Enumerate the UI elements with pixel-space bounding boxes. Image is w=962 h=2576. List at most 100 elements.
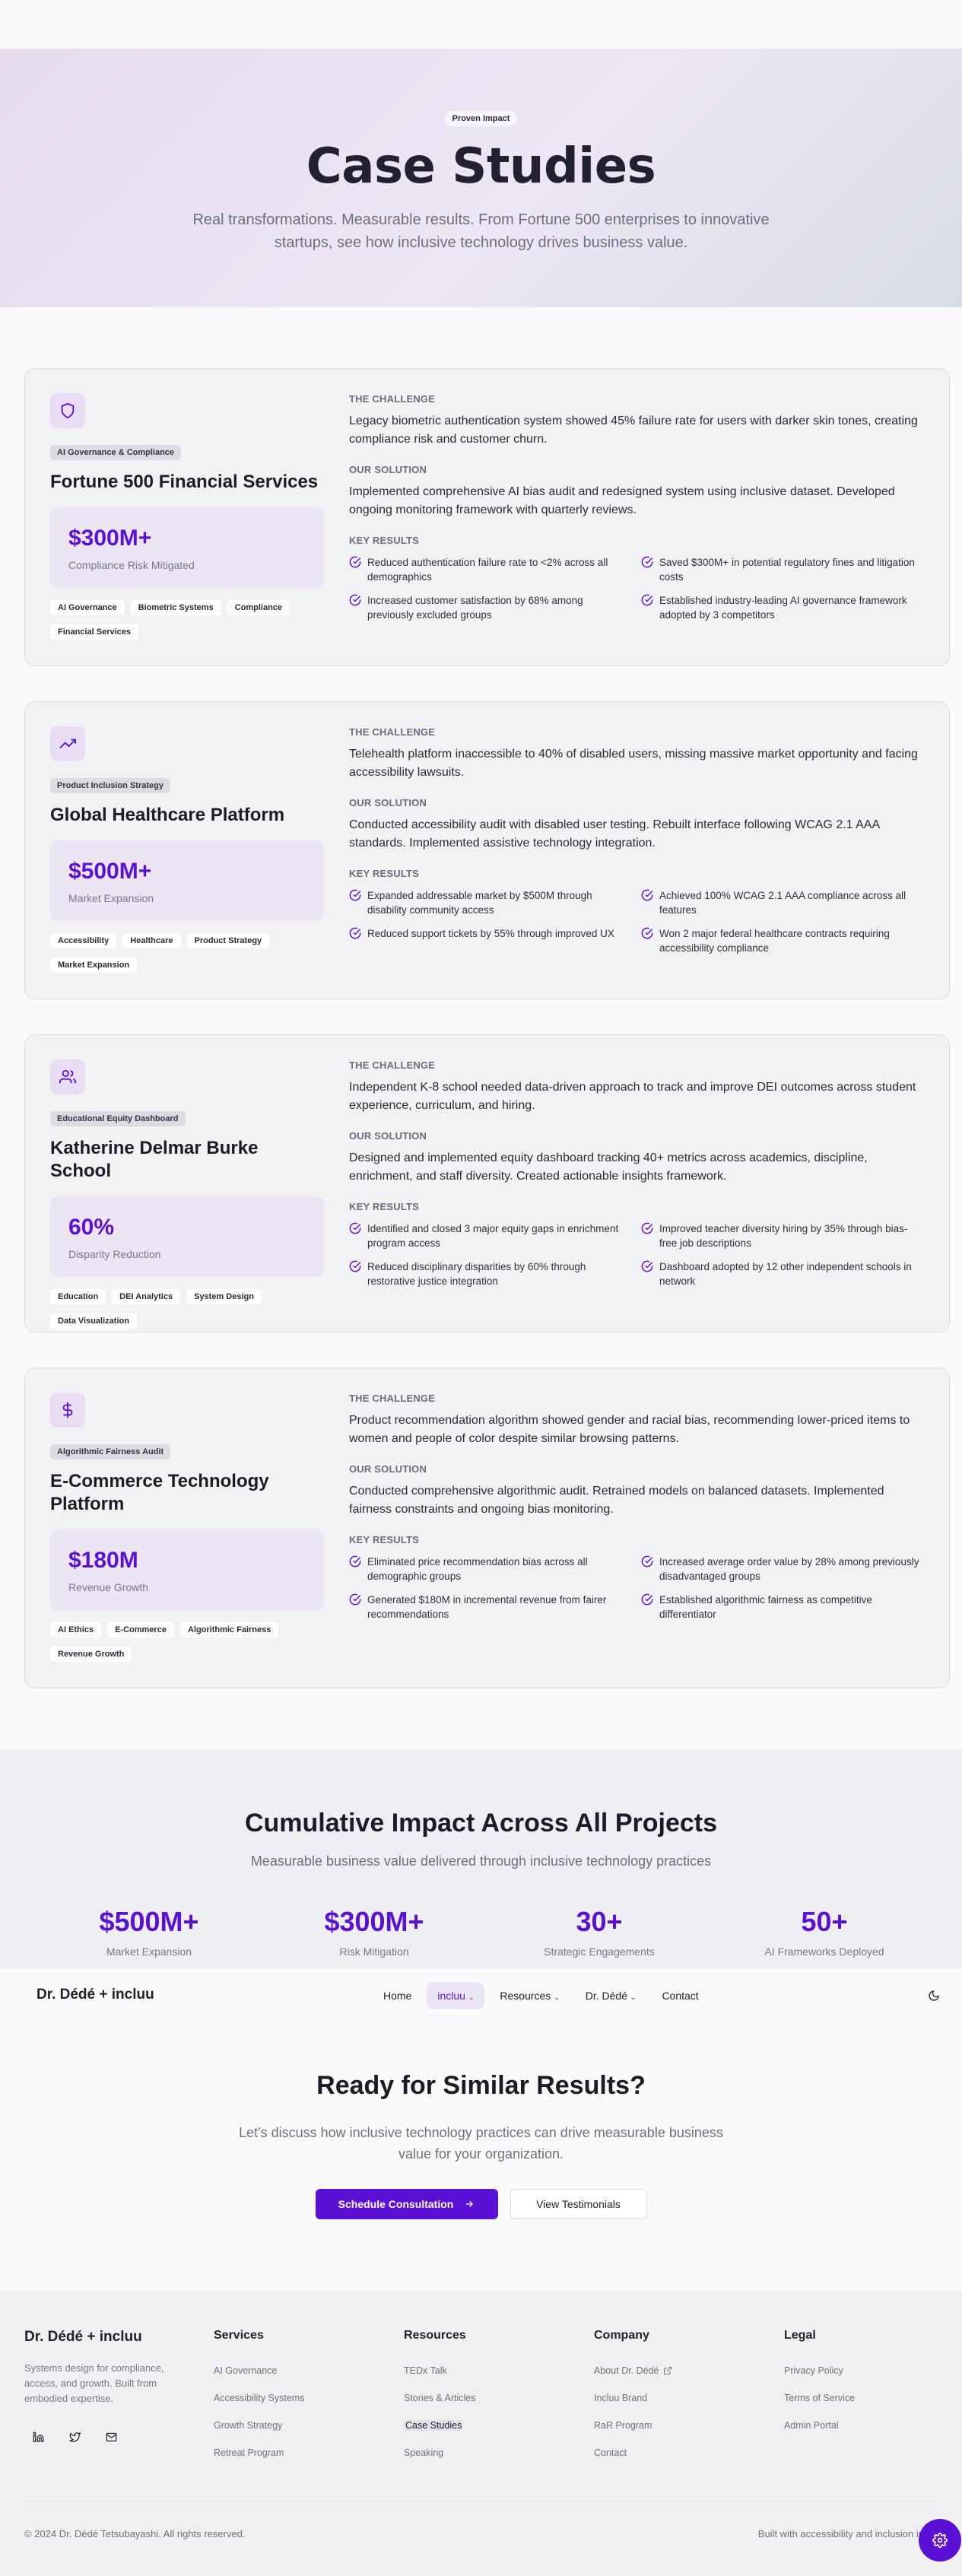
- check-circle-icon: [349, 927, 361, 939]
- metric-box: $180M Revenue Growth: [50, 1529, 324, 1610]
- case-title: E-Commerce Technology Platform: [50, 1471, 269, 1514]
- footer-col-title: Company: [594, 2329, 649, 2342]
- footer-link[interactable]: Speaking: [404, 2447, 443, 2458]
- impact-subtitle: Measurable business value delivered thro…: [250, 1853, 712, 1869]
- metric-value: 60%: [68, 1215, 115, 1240]
- moon-icon: [929, 1990, 939, 2001]
- nav-item-resources[interactable]: Resources ⌄: [489, 1982, 570, 2009]
- email-link[interactable]: [97, 2423, 125, 2451]
- metric-label: Disparity Reduction: [68, 1248, 161, 1260]
- footer-link[interactable]: About Dr. Dédé: [594, 2365, 672, 2376]
- challenge-label: THE CHALLENGE: [349, 1393, 436, 1404]
- button-label: Schedule Consultation: [338, 2198, 454, 2210]
- challenge-text: Independent K-8 school needed data-drive…: [349, 1081, 916, 1112]
- result-item: Generated $180M in incremental revenue f…: [349, 1593, 630, 1622]
- stat-value: 30+: [576, 1906, 623, 1937]
- footer-link-label: About Dr. Dédé: [594, 2365, 659, 2376]
- result-item: Expanded addressable market by $500M thr…: [349, 888, 630, 917]
- external-link-icon: [664, 2367, 672, 2374]
- footer-link[interactable]: Terms of Service: [784, 2393, 855, 2403]
- footer-col-services: Services AI Governance Accessibility Sys…: [214, 2329, 366, 2458]
- metric-value: $180M: [68, 1548, 138, 1573]
- footer-link-active[interactable]: Case Studies: [404, 2420, 464, 2431]
- footer-col-title: Resources: [404, 2329, 466, 2342]
- result-item: Achieved 100% WCAG 2.1 AAA compliance ac…: [641, 888, 922, 917]
- case-icon-box: [50, 1059, 85, 1094]
- metric-label: Market Expansion: [68, 892, 154, 904]
- nav-item-contact[interactable]: Contact: [651, 1982, 709, 2009]
- challenge-label: THE CHALLENGE: [349, 1059, 436, 1071]
- nav-item-home[interactable]: Home: [373, 1982, 422, 2009]
- solution-text: Conducted accessibility audit with disab…: [349, 818, 880, 850]
- result-text: Reduced disciplinary disparities by 60% …: [367, 1261, 586, 1287]
- footer-col-legal: Legal Privacy Policy Terms of Service Ad…: [784, 2329, 936, 2431]
- tag: Financial Services: [50, 624, 138, 640]
- check-circle-icon: [349, 1222, 361, 1234]
- nav-item-label: incluu: [437, 1990, 465, 2002]
- footer-col-title: Legal: [784, 2329, 816, 2342]
- case-study-card: Algorithmic Fairness Audit E-Commerce Te…: [24, 1367, 950, 1688]
- result-text: Increased customer satisfaction by 68% a…: [367, 595, 583, 621]
- linkedin-link[interactable]: [24, 2423, 52, 2451]
- check-circle-icon: [349, 594, 361, 606]
- case-study-card: AI Governance & Compliance Fortune 500 F…: [24, 368, 950, 666]
- nav-item-label: Home: [383, 1990, 412, 2002]
- case-title: Katherine Delmar Burke School: [50, 1138, 259, 1181]
- case-icon-box: [50, 726, 85, 761]
- result-item: Established algorithmic fairness as comp…: [641, 1593, 922, 1622]
- footer-link[interactable]: Retreat Program: [214, 2447, 284, 2458]
- footer-link[interactable]: Stories & Articles: [404, 2393, 475, 2403]
- view-testimonials-button[interactable]: View Testimonials: [510, 2189, 647, 2219]
- check-circle-icon: [641, 1593, 653, 1606]
- check-circle-icon: [641, 1555, 653, 1568]
- footer-col-resources: Resources TEDx Talk Stories & Articles C…: [404, 2329, 556, 2458]
- check-circle-icon: [641, 556, 653, 568]
- twitter-link[interactable]: [61, 2423, 88, 2451]
- tag: Data Visualization: [50, 1313, 137, 1329]
- chevron-down-icon: ⌄: [554, 1993, 560, 2001]
- hero-badge: Proven Impact: [444, 111, 518, 126]
- footer-link[interactable]: RaR Program: [594, 2420, 652, 2431]
- case-study-card: Product Inclusion Strategy Global Health…: [24, 701, 950, 999]
- accessibility-settings-button[interactable]: [919, 2519, 961, 2562]
- twitter-icon: [68, 2431, 81, 2442]
- solution-label: OUR SOLUTION: [349, 1130, 427, 1142]
- social-links: [24, 2423, 125, 2451]
- challenge-text: Legacy biometric authentication system s…: [349, 415, 918, 446]
- footer-col-company: Company About Dr. Dédé Incluu Brand RaR …: [594, 2329, 746, 2458]
- brand-logo[interactable]: Dr. Dédé + incluu: [37, 1987, 154, 2003]
- result-item: Increased average order value by 28% amo…: [641, 1555, 922, 1583]
- stat-item: 50+ AI Frameworks Deployed: [712, 1906, 937, 1958]
- schedule-consultation-button[interactable]: Schedule Consultation: [315, 2189, 498, 2219]
- stat-item: $300M+ Risk Mitigation: [262, 1906, 487, 1958]
- nav-item-incluu[interactable]: incluu ⌄: [427, 1982, 485, 2009]
- chevron-down-icon: ⌄: [468, 1993, 475, 2001]
- metric-label: Revenue Growth: [68, 1581, 149, 1593]
- footer-link[interactable]: Privacy Policy: [784, 2365, 843, 2376]
- footer-link[interactable]: AI Governance: [214, 2365, 277, 2376]
- tag: Revenue Growth: [50, 1647, 132, 1662]
- results-grid: Expanded addressable market by $500M thr…: [349, 888, 927, 955]
- result-item: Eliminated price recommendation bias acr…: [349, 1555, 630, 1583]
- result-text: Generated $180M in incremental revenue f…: [367, 1594, 607, 1620]
- stat-item: $500M+ Market Expansion: [37, 1906, 262, 1958]
- stat-label: AI Frameworks Deployed: [764, 1945, 884, 1958]
- challenge-label: THE CHALLENGE: [349, 393, 436, 405]
- theme-toggle-button[interactable]: [925, 1987, 943, 2005]
- result-text: Eliminated price recommendation bias acr…: [367, 1556, 588, 1582]
- check-circle-icon: [349, 1555, 361, 1568]
- chevron-down-icon: ⌄: [630, 1993, 637, 2001]
- check-circle-icon: [641, 927, 653, 939]
- metric-box: $300M+ Compliance Risk Mitigated: [50, 507, 324, 588]
- footer-col-title: Services: [214, 2329, 264, 2342]
- result-text: Increased average order value by 28% amo…: [659, 1556, 919, 1582]
- footer-link[interactable]: Accessibility Systems: [214, 2393, 304, 2403]
- footer-link[interactable]: Incluu Brand: [594, 2393, 647, 2403]
- tag-list: AI Governance Biometric Systems Compliance…: [50, 600, 332, 640]
- nav-item-dr-dede[interactable]: Dr. Dédé ⌄: [575, 1982, 647, 2009]
- footer-link[interactable]: Admin Portal: [784, 2420, 839, 2431]
- footer-link[interactable]: Contact: [594, 2447, 627, 2458]
- footer-link[interactable]: Growth Strategy: [214, 2420, 282, 2431]
- stat-value: $500M+: [99, 1906, 199, 1937]
- footer-link[interactable]: TEDx Talk: [404, 2365, 447, 2376]
